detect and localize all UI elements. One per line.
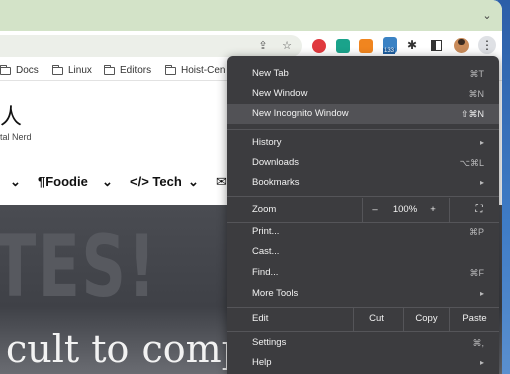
screen: ⌄ ⇪ ☆ 133 ✱ ⋮ Docs Linux Editors Hoist-C… xyxy=(0,0,510,374)
menu-label: Bookmarks xyxy=(252,177,300,188)
submenu-arrow-icon: ▸ xyxy=(479,138,484,147)
bookmark-star-icon[interactable]: ☆ xyxy=(280,39,294,53)
folder-icon xyxy=(52,65,63,75)
menu-label: New Window xyxy=(252,88,308,99)
folder-icon xyxy=(104,65,115,75)
address-bar[interactable]: ⇪ ☆ xyxy=(0,35,302,57)
vertical-dots-menu-icon[interactable]: ⋮ xyxy=(478,36,496,54)
menu-separator xyxy=(227,129,499,130)
zoom-divider xyxy=(449,198,450,222)
menu-item-history[interactable]: History ▸ xyxy=(227,133,499,153)
menu-label: Downloads xyxy=(252,157,299,168)
menu-shortcut: ⌘T xyxy=(469,69,485,79)
tab-strip: ⌄ xyxy=(0,0,502,31)
nav-item-foodie[interactable]: ¶Foodie xyxy=(38,171,88,193)
site-navigation: ⌄ ¶Foodie ⌄ </> Tech ⌄ ✉ xyxy=(0,171,240,193)
nav-label: Tech xyxy=(152,174,182,189)
zoom-out-button[interactable]: – xyxy=(367,198,383,222)
menu-item-cast[interactable]: Cast... xyxy=(227,242,499,262)
browser-window: ⌄ ⇪ ☆ 133 ✱ ⋮ Docs Linux Editors Hoist-C… xyxy=(0,0,502,374)
bookmark-folder[interactable]: Hoist-Cen xyxy=(165,64,225,78)
mail-icon[interactable]: ✉ xyxy=(216,171,227,193)
nav-label: Foodie xyxy=(45,174,88,189)
side-panel-icon[interactable] xyxy=(431,40,442,51)
menu-item-print[interactable]: Print... ⌘P xyxy=(227,222,499,242)
bookmark-label: Linux xyxy=(68,65,92,76)
menu-label: Print... xyxy=(252,226,280,237)
menu-separator xyxy=(227,331,499,332)
menu-item-downloads[interactable]: Downloads ⌥⌘L xyxy=(227,153,499,173)
chevron-down-icon[interactable]: ⌄ xyxy=(102,171,113,193)
menu-shortcut: ⌥⌘L xyxy=(459,158,484,168)
menu-row-edit: Edit Cut Copy Paste xyxy=(227,307,499,331)
chevron-down-icon[interactable]: ⌄ xyxy=(10,171,21,193)
site-tagline: tal Nerd xyxy=(0,132,32,142)
chevron-down-icon[interactable]: ⌄ xyxy=(188,171,199,193)
menu-item-bookmarks[interactable]: Bookmarks ▸ xyxy=(227,173,499,193)
fullscreen-icon[interactable]: ⛶ xyxy=(472,198,486,222)
menu-label: History xyxy=(252,137,282,148)
bookmark-folder[interactable]: Docs xyxy=(0,64,39,78)
ext-green-icon[interactable] xyxy=(336,39,350,53)
zoom-in-button[interactable]: + xyxy=(425,198,441,222)
menu-shortcut: ⇧⌘N xyxy=(460,109,484,119)
menu-label: New Incognito Window xyxy=(252,108,349,119)
submenu-arrow-icon: ▸ xyxy=(479,178,484,187)
menu-separator xyxy=(227,196,499,197)
folder-icon xyxy=(165,65,176,75)
bookmark-label: Editors xyxy=(120,65,152,76)
menu-item-new-tab[interactable]: New Tab ⌘T xyxy=(227,64,499,84)
avatar-hair xyxy=(458,39,465,45)
nav-item-tech[interactable]: </> Tech xyxy=(130,171,182,193)
ext-rss-icon[interactable] xyxy=(359,39,373,53)
menu-label: Help xyxy=(252,357,272,368)
menu-label: More Tools xyxy=(252,288,299,299)
menu-shortcut: ⌘N xyxy=(468,89,485,99)
menu-label: Settings xyxy=(252,337,287,348)
edit-label: Edit xyxy=(252,313,269,324)
bookmark-folder[interactable]: Linux xyxy=(52,64,92,78)
site-logo-glyph: 人 xyxy=(0,105,23,130)
submenu-arrow-icon: ▸ xyxy=(479,358,484,367)
menu-item-settings[interactable]: Settings ⌘, xyxy=(227,333,499,353)
share-icon[interactable]: ⇪ xyxy=(256,39,270,53)
hero-background-text: TES! xyxy=(0,217,158,317)
paste-button[interactable]: Paste xyxy=(450,307,499,331)
chevron-down-icon[interactable]: ⌄ xyxy=(480,9,494,23)
menu-row-zoom: Zoom – 100% + ⛶ xyxy=(227,198,499,222)
submenu-arrow-icon: ▸ xyxy=(479,289,484,298)
bookmark-folder[interactable]: Editors xyxy=(104,64,151,78)
zoom-divider xyxy=(362,198,363,222)
puzzle-extensions-icon[interactable]: ✱ xyxy=(407,38,417,52)
ext-circle-icon[interactable] xyxy=(312,39,326,53)
menu-shortcut: ⌘, xyxy=(472,338,484,348)
code-icon: </> xyxy=(130,174,149,189)
ext-badge-count: 133 xyxy=(383,48,396,54)
ext-badge-icon[interactable]: 133 xyxy=(383,37,397,54)
menu-item-more-tools[interactable]: More Tools ▸ xyxy=(227,284,499,304)
menu-item-new-incognito-window[interactable]: New Incognito Window ⇧⌘N xyxy=(227,104,499,124)
menu-label: Cast... xyxy=(252,246,280,257)
cut-button[interactable]: Cut xyxy=(354,307,399,331)
zoom-label: Zoom xyxy=(252,204,277,215)
menu-item-new-window[interactable]: New Window ⌘N xyxy=(227,84,499,104)
menu-label: New Tab xyxy=(252,68,289,79)
zoom-level: 100% xyxy=(392,204,418,215)
bookmark-label: Docs xyxy=(16,65,39,76)
chrome-main-menu: New Tab ⌘T New Window ⌘N New Incognito Win… xyxy=(227,56,499,374)
profile-avatar[interactable] xyxy=(454,38,469,53)
folder-icon xyxy=(0,65,11,75)
menu-shortcut: ⌘F xyxy=(469,268,485,278)
menu-item-help[interactable]: Help ▸ xyxy=(227,353,499,373)
menu-label: Find... xyxy=(252,267,279,278)
copy-button[interactable]: Copy xyxy=(404,307,449,331)
bookmark-label: Hoist-Cen xyxy=(181,65,226,76)
menu-shortcut: ⌘P xyxy=(468,227,484,237)
menu-item-find[interactable]: Find... ⌘F xyxy=(227,263,499,283)
